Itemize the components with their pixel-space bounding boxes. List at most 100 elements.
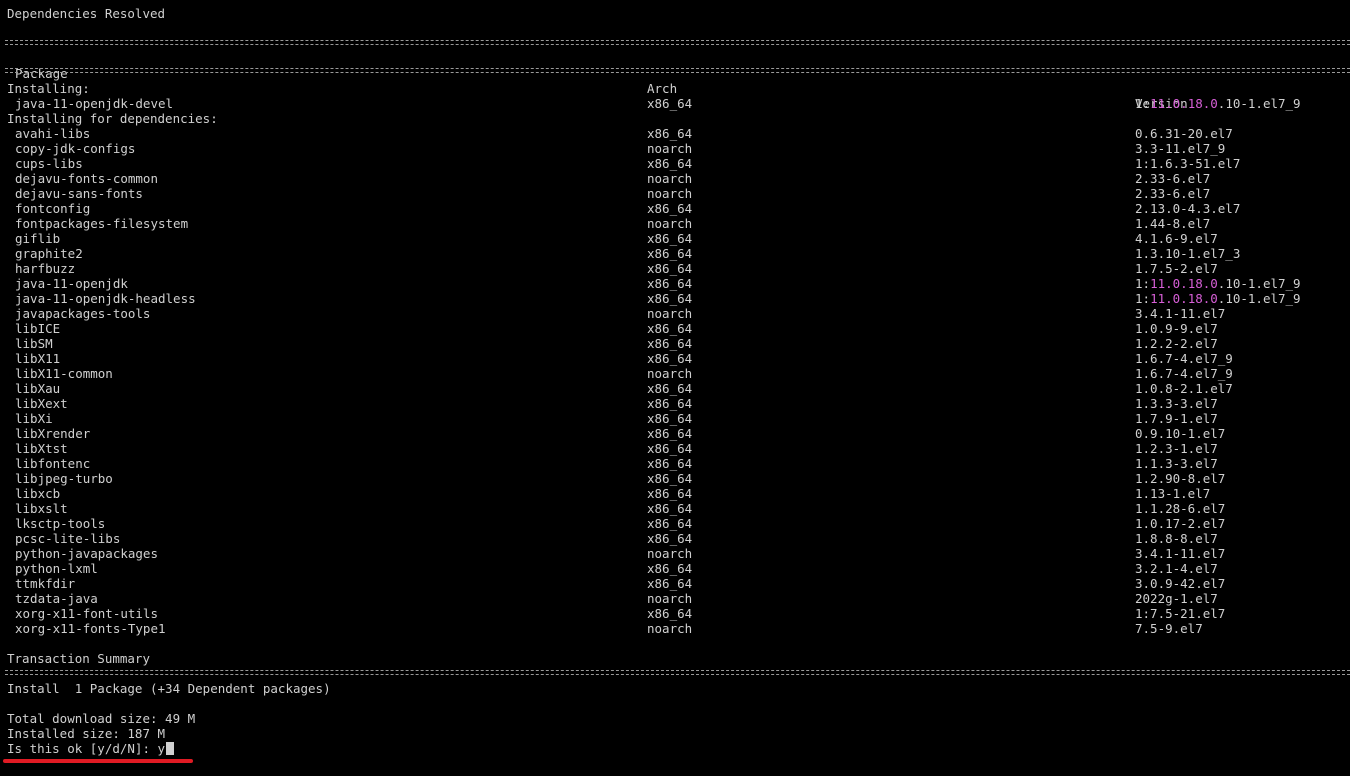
package-name: libXrender [15, 426, 91, 441]
package-arch: noarch [647, 306, 693, 321]
table-header: Package Arch Version [0, 51, 1350, 111]
text-cursor [166, 742, 175, 755]
package-name: libSM [15, 336, 53, 351]
package-version: 1.0.8-2.1.el7 [1135, 381, 1233, 396]
table-row: python-lxml x86_64 3.2.1-4.el7 [0, 561, 1350, 576]
package-arch: x86_64 [647, 426, 693, 441]
table-row: libXi x86_64 1.7.9-1.el7 [0, 411, 1350, 426]
package-arch: x86_64 [647, 531, 693, 546]
summary-title: Transaction Summary [7, 651, 150, 666]
package-arch: noarch [647, 186, 693, 201]
prompt-input[interactable]: y [158, 741, 166, 756]
red-underline-annotation [3, 759, 193, 763]
installing-label: Installing: [7, 81, 90, 96]
package-arch: x86_64 [647, 231, 693, 246]
package-name: dejavu-sans-fonts [15, 186, 143, 201]
package-name: xorg-x11-font-utils [15, 606, 158, 621]
install-summary-line: Install 1 Package (+34 Dependent package… [7, 681, 331, 696]
version-part: 0.9.10-1.el7 [1135, 426, 1226, 441]
table-row: fontconfig x86_64 2.13.0-4.3.el7 [0, 201, 1350, 216]
table-row: libjpeg-turbo x86_64 1.2.90-8.el7 [0, 471, 1350, 486]
package-version: 1.7.9-1.el7 [1135, 411, 1218, 426]
package-name: cups-libs [15, 156, 83, 171]
prompt-text: Is this ok [y/d/N]: [7, 741, 158, 756]
table-row: javapackages-tools noarch 3.4.1-11.el7 [0, 306, 1350, 321]
package-arch: x86_64 [647, 516, 693, 531]
table-row: tzdata-java noarch 2022g-1.el7 [0, 591, 1350, 606]
version-part: 1.44-8.el7 [1135, 216, 1211, 231]
table-row: dejavu-fonts-common noarch 2.33-6.el7 [0, 171, 1350, 186]
table-row: libfontenc x86_64 1.1.3-3.el7 [0, 456, 1350, 471]
package-arch: x86_64 [647, 456, 693, 471]
version-part: .10-1.el7_9 [1217, 291, 1301, 306]
package-name: avahi-libs [15, 126, 91, 141]
version-part: 1.2.2-2.el7 [1135, 336, 1218, 351]
package-name: libX11 [15, 351, 61, 366]
table-row: ttmkfdir x86_64 3.0.9-42.el7 [0, 576, 1350, 591]
package-arch: x86_64 [647, 156, 693, 171]
dependencies-label: Installing for dependencies: [7, 111, 218, 126]
package-version: 1:11.0.18.0.10-1.el7_9 [1135, 96, 1301, 111]
package-name: libICE [15, 321, 61, 336]
version-part: 1:7.5-21.el7 [1135, 606, 1226, 621]
package-arch: noarch [647, 621, 693, 636]
package-arch: noarch [647, 366, 693, 381]
package-version: 2.33-6.el7 [1135, 171, 1210, 186]
version-part: 11.0.18.0 [1150, 96, 1218, 111]
terminal-window[interactable]: Dependencies Resolved Package Arch Versi… [0, 0, 1350, 776]
version-part: 11.0.18.0 [1150, 276, 1218, 291]
package-version: 1.2.3-1.el7 [1135, 441, 1218, 456]
package-arch: x86_64 [647, 381, 693, 396]
package-name: libfontenc [15, 456, 91, 471]
version-part: 3.3-11.el7_9 [1135, 141, 1226, 156]
version-part: 1.6.7-4.el7_9 [1135, 351, 1233, 366]
version-part: 2.33-6.el7 [1135, 171, 1211, 186]
version-part: 3.4.1-11.el7 [1135, 546, 1226, 561]
package-arch: noarch [647, 591, 693, 606]
package-version: 2.13.0-4.3.el7 [1135, 201, 1240, 216]
table-row: libxcb x86_64 1.13-1.el7 [0, 486, 1350, 501]
version-part: 1.7.5-2.el7 [1135, 261, 1218, 276]
package-arch: x86_64 [647, 486, 693, 501]
package-arch: x86_64 [647, 291, 693, 306]
package-version: 1.8.8-8.el7 [1135, 531, 1218, 546]
package-arch: x86_64 [647, 201, 693, 216]
version-part: 1.13-1.el7 [1135, 486, 1211, 501]
table-row: pcsc-lite-libs x86_64 1.8.8-8.el7 [0, 531, 1350, 546]
version-part: 2022g-1.el7 [1135, 591, 1218, 606]
package-name: harfbuzz [15, 261, 76, 276]
package-arch: x86_64 [647, 396, 693, 411]
package-arch: noarch [647, 546, 693, 561]
package-arch: x86_64 [647, 246, 693, 261]
package-arch: noarch [647, 216, 693, 231]
table-row: libSM x86_64 1.2.2-2.el7 [0, 336, 1350, 351]
package-name: xorg-x11-fonts-Type1 [15, 621, 166, 636]
table-top-rule [5, 40, 1350, 45]
table-row: lksctp-tools x86_64 1.0.17-2.el7 [0, 516, 1350, 531]
version-part: 11.0.18.0 [1150, 291, 1218, 306]
package-version: 1.7.5-2.el7 [1135, 261, 1218, 276]
version-part: 1.1.3-3.el7 [1135, 456, 1218, 471]
table-row: dejavu-sans-fonts noarch 2.33-6.el7 [0, 186, 1350, 201]
table-row: xorg-x11-font-utils x86_64 1:7.5-21.el7 [0, 606, 1350, 621]
package-name: libxslt [15, 501, 68, 516]
package-name: pcsc-lite-libs [15, 531, 121, 546]
table-row: libXrender x86_64 0.9.10-1.el7 [0, 426, 1350, 441]
package-version: 3.0.9-42.el7 [1135, 576, 1225, 591]
package-arch: x86_64 [647, 336, 693, 351]
version-part: 1: [1135, 291, 1151, 306]
version-part: 1.0.8-2.1.el7 [1135, 381, 1233, 396]
version-part: 1.2.3-1.el7 [1135, 441, 1218, 456]
package-version: 7.5-9.el7 [1135, 621, 1203, 636]
package-name: libXtst [15, 441, 68, 456]
table-row: graphite2 x86_64 1.3.10-1.el7_3 [0, 246, 1350, 261]
version-part: 1.1.28-6.el7 [1135, 501, 1226, 516]
table-row: xorg-x11-fonts-Type1 noarch 7.5-9.el7 [0, 621, 1350, 636]
table-row: java-11-openjdk x86_64 1:11.0.18.0.10-1.el… [0, 276, 1350, 291]
package-arch: x86_64 [647, 126, 693, 141]
confirm-prompt[interactable]: Is this ok [y/d/N]: y [7, 741, 175, 756]
table-row: fontpackages-filesystem noarch 1.44-8.el7 [0, 216, 1350, 231]
package-name: libxcb [15, 486, 61, 501]
version-part: 1.2.90-8.el7 [1135, 471, 1226, 486]
table-row: giflib x86_64 4.1.6-9.el7 [0, 231, 1350, 246]
